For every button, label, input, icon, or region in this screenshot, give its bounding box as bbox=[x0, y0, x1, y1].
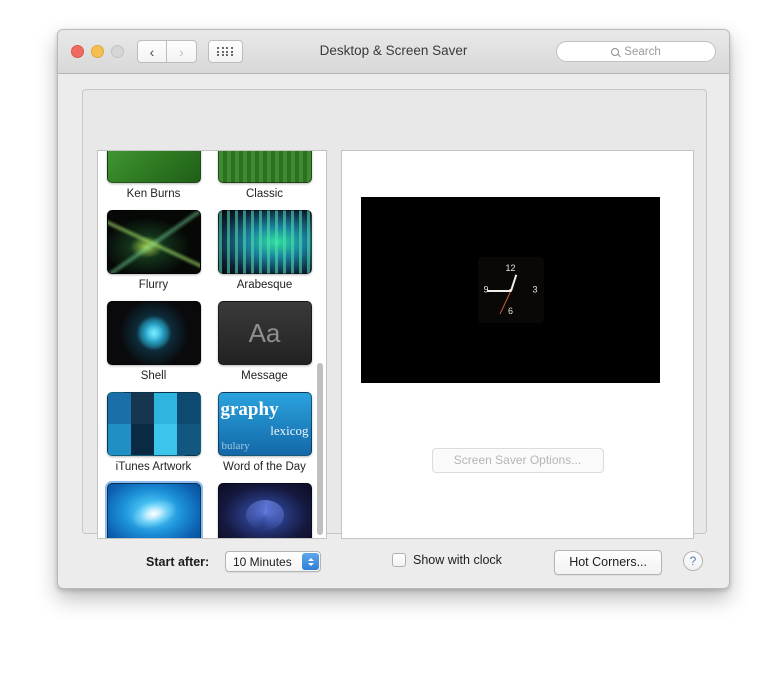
screen-saver-thumbnail[interactable] bbox=[218, 210, 312, 274]
clock-face: 12 3 6 9 bbox=[478, 257, 544, 323]
search-icon bbox=[611, 48, 619, 56]
screen-saver-thumbnail[interactable] bbox=[107, 150, 201, 183]
screen-saver-list-content: Ken Burns Classic Flurry Arabesque Shell Aa Me… bbox=[98, 150, 326, 539]
screen-saver-name: Message bbox=[241, 370, 288, 382]
preview-pane: 12 3 6 9 Screen Saver Options... bbox=[341, 150, 694, 539]
clock-number-6: 6 bbox=[508, 307, 513, 316]
start-after-popup-button[interactable]: 10 Minutes bbox=[225, 551, 321, 572]
screen-saver-thumbnail[interactable] bbox=[107, 483, 201, 539]
list-item[interactable]: Flurry bbox=[98, 204, 209, 295]
panel-footer: Start after: 10 Minutes Show with clock … bbox=[82, 549, 705, 577]
list-item[interactable]: Shell bbox=[98, 295, 209, 386]
screen-saver-name: iTunes Artwork bbox=[116, 461, 192, 473]
stepper-icon[interactable] bbox=[302, 553, 319, 570]
checkbox-box-icon[interactable] bbox=[392, 553, 406, 567]
screen-saver-thumbnail[interactable] bbox=[218, 483, 312, 539]
list-row: iTunes Artwork bulary Word of the Day bbox=[98, 386, 326, 477]
album-art-tile bbox=[108, 393, 131, 424]
list-item[interactable]: bulary Word of the Day bbox=[209, 386, 320, 477]
screen-saver-name: Shell bbox=[141, 370, 167, 382]
screen-saver-list[interactable]: Ken Burns Classic Flurry Arabesque Shell Aa Me… bbox=[97, 150, 327, 539]
list-item[interactable]: iTunes Artwork bbox=[98, 386, 209, 477]
album-art-tile bbox=[131, 424, 154, 455]
clock-number-3: 3 bbox=[532, 286, 537, 295]
clock-number-12: 12 bbox=[505, 264, 515, 273]
album-art-tile bbox=[154, 393, 177, 424]
hot-corners-button[interactable]: Hot Corners... bbox=[554, 550, 662, 575]
screen-saver-name: Classic bbox=[246, 188, 283, 200]
word-of-the-day-subtext: bulary bbox=[222, 440, 250, 452]
clock-center-pin bbox=[509, 289, 512, 292]
start-after-label: Start after: bbox=[146, 555, 209, 569]
screen-saver-thumbnail[interactable]: bulary bbox=[218, 392, 312, 456]
album-art-tile bbox=[177, 424, 200, 455]
show-with-clock-checkbox[interactable]: Show with clock bbox=[392, 553, 502, 567]
screen-saver-thumbnail[interactable] bbox=[107, 301, 201, 365]
screen-saver-thumbnail[interactable] bbox=[218, 150, 312, 183]
screen-saver-name: Arabesque bbox=[237, 279, 293, 291]
window-titlebar: ‹ › Desktop & Screen Saver Search bbox=[58, 30, 729, 74]
album-art-tile bbox=[154, 424, 177, 455]
show-with-clock-label: Show with clock bbox=[413, 553, 502, 567]
screen-saver-thumbnail[interactable] bbox=[107, 392, 201, 456]
screen-saver-panel: Ken Burns Classic Flurry Arabesque Shell Aa Me… bbox=[82, 89, 707, 534]
album-art-tile bbox=[177, 393, 200, 424]
vertical-scrollbar[interactable] bbox=[316, 153, 324, 538]
start-after-value: 10 Minutes bbox=[226, 555, 292, 569]
list-row: Flurry Arabesque bbox=[98, 204, 326, 295]
list-item[interactable]: Apple Watch bbox=[98, 477, 209, 539]
clock-minute-hand bbox=[487, 290, 511, 292]
screen-saver-name: Flurry bbox=[139, 279, 168, 291]
search-placeholder: Search bbox=[624, 46, 660, 58]
album-art-tile bbox=[131, 393, 154, 424]
screen-saver-thumbnail[interactable] bbox=[107, 210, 201, 274]
list-item[interactable]: Aa Message bbox=[209, 295, 320, 386]
message-glyph: Aa bbox=[249, 318, 281, 349]
list-item[interactable]: Arabesque bbox=[209, 204, 320, 295]
list-row: Shell Aa Message bbox=[98, 295, 326, 386]
list-row: Ken Burns Classic bbox=[98, 150, 326, 204]
screen-saver-name: Ken Burns bbox=[127, 188, 181, 200]
help-button[interactable]: ? bbox=[683, 551, 703, 571]
screen-saver-options-button[interactable]: Screen Saver Options... bbox=[432, 448, 604, 473]
screen-saver-thumbnail[interactable]: Aa bbox=[218, 301, 312, 365]
preferences-window: ‹ › Desktop & Screen Saver Search Deskto… bbox=[57, 29, 730, 589]
search-input[interactable]: Search bbox=[556, 41, 716, 62]
screen-saver-name: Word of the Day bbox=[223, 461, 306, 473]
list-item[interactable]: Random bbox=[209, 477, 320, 539]
list-row: Apple WatchRandom bbox=[98, 477, 326, 539]
list-item[interactable]: Classic bbox=[209, 150, 320, 204]
scrollbar-thumb[interactable] bbox=[317, 363, 323, 535]
list-item[interactable]: Ken Burns bbox=[98, 150, 209, 204]
screen-saver-preview: 12 3 6 9 bbox=[361, 197, 660, 383]
album-art-tile bbox=[108, 424, 131, 455]
